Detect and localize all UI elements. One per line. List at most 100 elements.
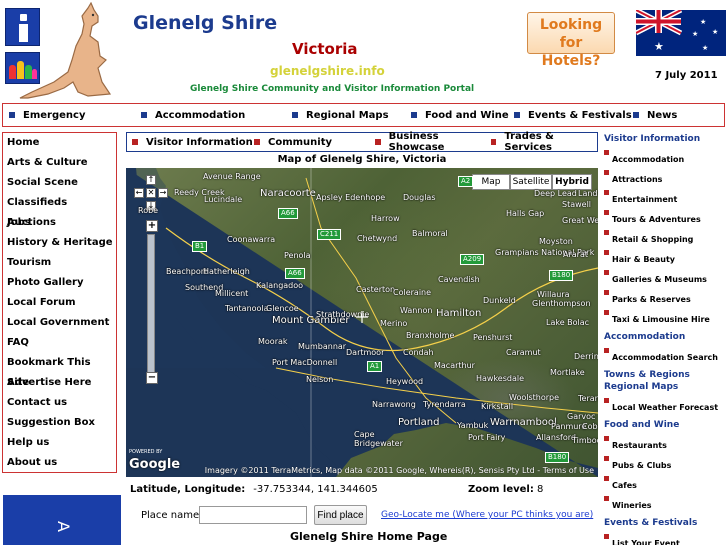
leftnav-history-heritage[interactable]: History & Heritage: [3, 233, 116, 253]
leftnav-advertise[interactable]: Advertise Here: [3, 373, 116, 393]
section-food-wine[interactable]: Food and Wine: [604, 420, 727, 432]
map-label: Condah: [403, 348, 434, 357]
map-label: Cavendish: [438, 275, 480, 284]
map-label: Cape Bridgewater: [354, 430, 403, 448]
topnav-accommodation[interactable]: Accommodation: [141, 110, 292, 121]
coords-label: Latitude, Longitude:: [130, 484, 246, 495]
map-label: Warrnambool: [490, 417, 557, 428]
right-item-galleries[interactable]: Galleries & Museums: [604, 270, 727, 290]
right-item-retail[interactable]: Retail & Shopping: [604, 230, 727, 250]
svg-text:★: ★: [712, 28, 718, 36]
topnav-label: Regional Maps: [306, 109, 389, 121]
leftnav-local-forum[interactable]: Local Forum: [3, 293, 116, 313]
subnav-label: Trades & Services: [504, 131, 554, 153]
right-item-taxi[interactable]: Taxi & Limousine Hire: [604, 310, 727, 330]
hotels-button[interactable]: Looking for Hotels?: [527, 12, 615, 69]
map-label: Stawell: [562, 200, 592, 209]
site-title[interactable]: Glenelg Shire: [133, 12, 277, 34]
leftnav-classifieds-auctions[interactable]: Classifieds Auctions: [3, 193, 116, 228]
leftnav-jobs[interactable]: Jobs: [3, 213, 116, 233]
geolocate-link[interactable]: Geo-Locate me (Where your PC thinks you …: [381, 510, 593, 520]
leftnav-home[interactable]: Home: [3, 133, 116, 153]
bullet-icon: [633, 112, 639, 118]
map-label: Kirkstall: [481, 402, 514, 411]
zoom-slider[interactable]: [147, 234, 155, 374]
leftnav-local-government[interactable]: Local Government: [3, 313, 116, 333]
section-events[interactable]: Events & Festivals: [604, 518, 727, 530]
leftnav-suggestion-box[interactable]: Suggestion Box: [3, 413, 116, 433]
highway-shield: B1: [192, 241, 208, 252]
section-accommodation[interactable]: Accommodation: [604, 332, 727, 344]
right-item-wineries[interactable]: Wineries: [604, 496, 727, 516]
pan-center-icon[interactable]: ✕: [146, 188, 156, 198]
map-label: Glencoe: [266, 304, 299, 313]
leftnav-bookmark[interactable]: Bookmark This Site: [3, 353, 116, 388]
right-item-accommodation[interactable]: Accommodation: [604, 150, 727, 170]
google-logo[interactable]: Google: [129, 457, 180, 472]
topnav-news[interactable]: News: [633, 110, 693, 121]
pan-up-icon[interactable]: ↑: [146, 175, 156, 185]
maptype-map[interactable]: Map: [472, 174, 510, 190]
pan-left-icon[interactable]: ←: [134, 188, 144, 198]
section-regional-maps[interactable]: Regional Maps: [604, 382, 727, 394]
right-item-tours[interactable]: Tours & Adventures: [604, 210, 727, 230]
topnav-label: Food and Wine: [425, 109, 509, 121]
topnav-regional-maps[interactable]: Regional Maps: [292, 110, 411, 121]
zoom-in-icon[interactable]: +: [146, 220, 158, 232]
right-item-entertainment[interactable]: Entertainment: [604, 190, 727, 210]
leftnav-help-us[interactable]: Help us: [3, 433, 116, 453]
leftnav-arts-culture[interactable]: Arts & Culture: [3, 153, 116, 173]
zoom-value: 8: [537, 484, 544, 495]
leftnav-contact[interactable]: Contact us: [3, 393, 116, 413]
right-item-hair-beauty[interactable]: Hair & Beauty: [604, 250, 727, 270]
subnav-visitor-information[interactable]: Visitor Information: [132, 137, 254, 148]
sub-navigation: Visitor Information Community Business S…: [126, 131, 598, 153]
right-item-weather[interactable]: Local Weather Forecast: [604, 398, 727, 418]
left-banner-ad[interactable]: A: [3, 495, 121, 545]
map-label: Timboon: [572, 436, 598, 445]
map-label: Chetwynd: [357, 234, 398, 243]
map-label: Apsley Edenhope: [316, 193, 386, 202]
map-label: Yambuk: [457, 421, 489, 430]
right-item-list-event[interactable]: List Your Event: [604, 534, 727, 545]
crosshair-icon: [356, 311, 368, 323]
topnav-events-festivals[interactable]: Events & Festivals: [514, 110, 633, 121]
top-navigation: Emergency Accommodation Regional Maps Fo…: [2, 103, 725, 127]
leftnav-social-scene[interactable]: Social Scene: [3, 173, 116, 193]
right-item-attractions[interactable]: Attractions: [604, 170, 727, 190]
section-towns-regions[interactable]: Towns & Regions: [604, 370, 727, 382]
right-item-pubs-clubs[interactable]: Pubs & Clubs: [604, 456, 727, 476]
map-label: Ararat: [563, 250, 588, 259]
svg-text:★: ★: [654, 40, 664, 53]
leftnav-photo-gallery[interactable]: Photo Gallery: [3, 273, 116, 293]
maptype-hybrid[interactable]: Hybrid: [552, 174, 592, 190]
leftnav-about-us[interactable]: About us: [3, 453, 116, 473]
right-item-restaurants[interactable]: Restaurants: [604, 436, 727, 456]
pan-right-icon[interactable]: →: [158, 188, 168, 198]
right-item-cafes[interactable]: Cafes: [604, 476, 727, 496]
subnav-community[interactable]: Community: [254, 137, 375, 148]
section-visitor-information[interactable]: Visitor Information: [604, 134, 727, 146]
highway-shield: B180: [545, 452, 570, 463]
subnav-business-showcase[interactable]: Business Showcase: [375, 131, 491, 153]
maptype-satellite[interactable]: Satellite: [510, 174, 552, 190]
leftnav-faq[interactable]: FAQ: [3, 333, 116, 353]
topnav-food-and-wine[interactable]: Food and Wine: [411, 110, 514, 121]
map-label: Garvoc: [567, 412, 596, 421]
map-label: Avenue Range: [203, 172, 261, 181]
subnav-trades-services[interactable]: Trades & Services: [491, 131, 595, 153]
google-map[interactable]: Map Satellite Hybrid ↑ ← ✕ → ↓ + − Narac…: [126, 168, 598, 477]
find-place-button[interactable]: Find place: [314, 505, 367, 525]
place-name-input[interactable]: [199, 506, 307, 524]
right-item-parks[interactable]: Parks & Reserves: [604, 290, 727, 310]
highway-shield: C211: [317, 229, 342, 240]
zoom-out-icon[interactable]: −: [146, 372, 158, 384]
bullet-icon: [141, 112, 147, 118]
map-label: Derrina: [574, 352, 598, 361]
leftnav-tourism[interactable]: Tourism: [3, 253, 116, 273]
current-date: 7 July 2011: [655, 70, 718, 81]
highway-shield: A209: [460, 254, 485, 265]
topnav-emergency[interactable]: Emergency: [9, 110, 141, 121]
subnav-label: Visitor Information: [146, 136, 253, 148]
right-item-accommodation-search[interactable]: Accommodation Search: [604, 348, 727, 368]
